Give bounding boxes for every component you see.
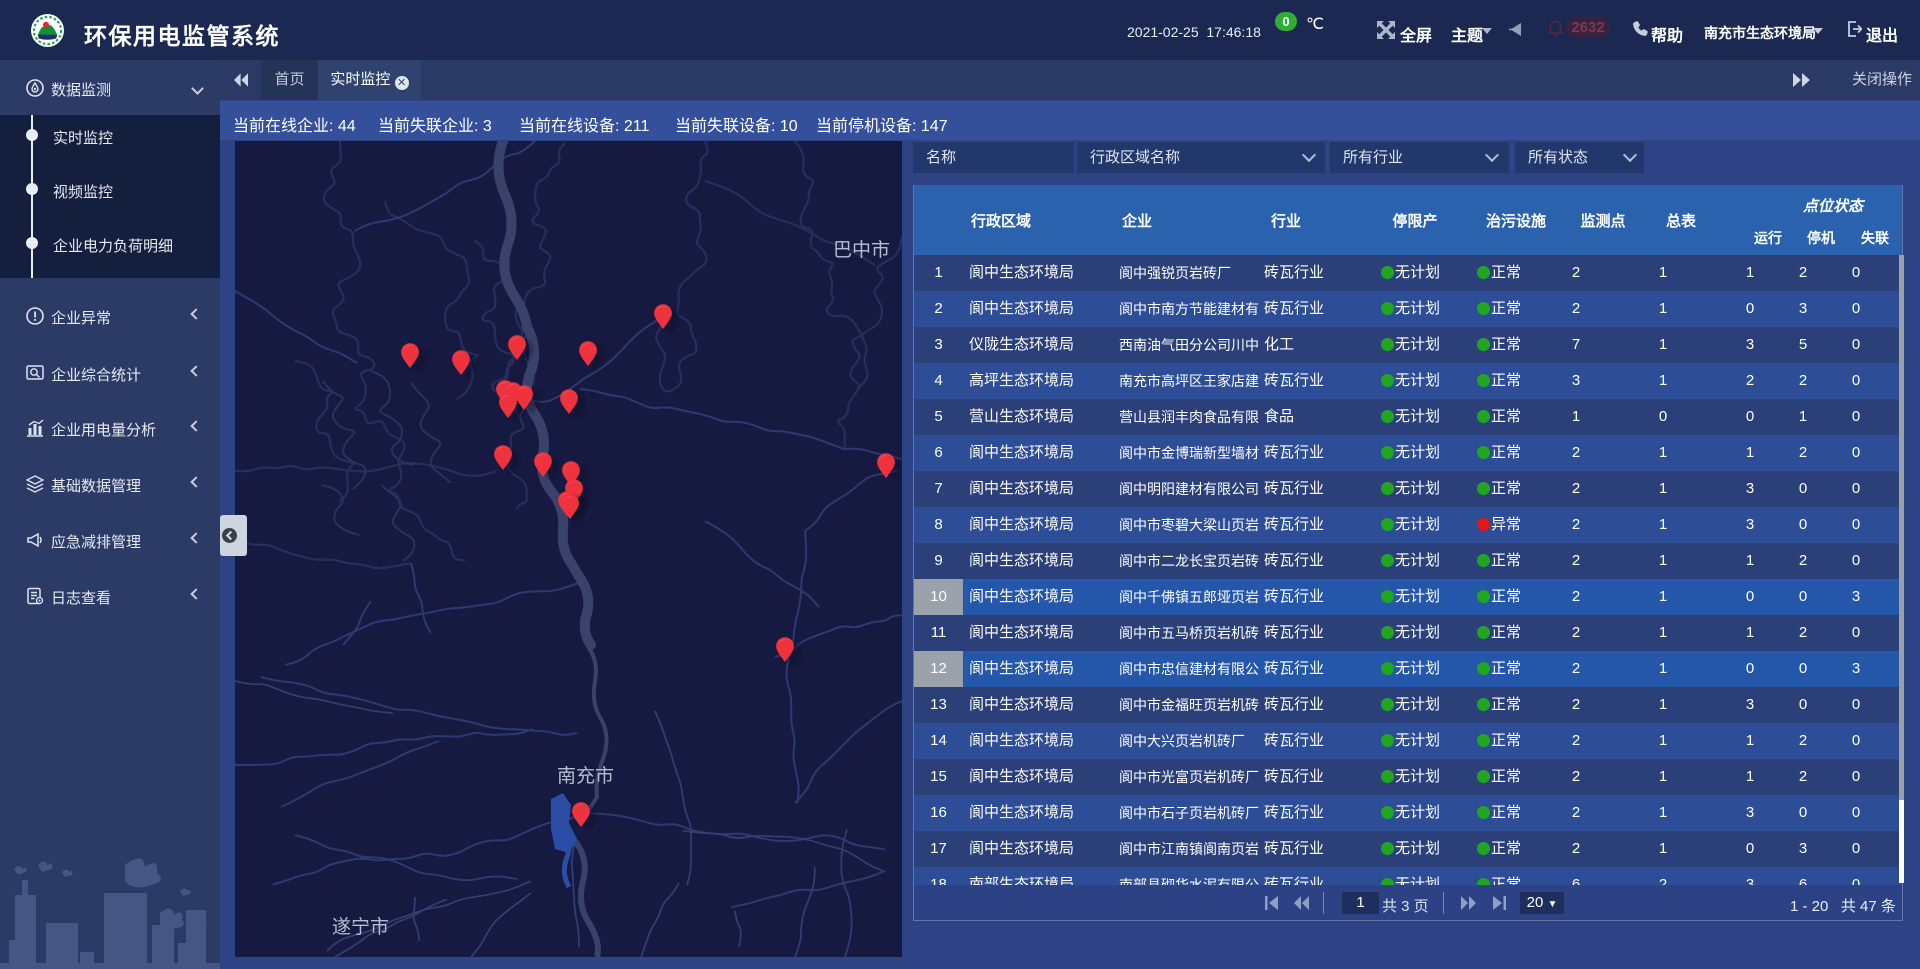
svg-text:南充市: 南充市 [557, 765, 614, 787]
svg-text:遂宁市: 遂宁市 [332, 916, 389, 938]
svg-text:巴中市: 巴中市 [833, 239, 890, 261]
